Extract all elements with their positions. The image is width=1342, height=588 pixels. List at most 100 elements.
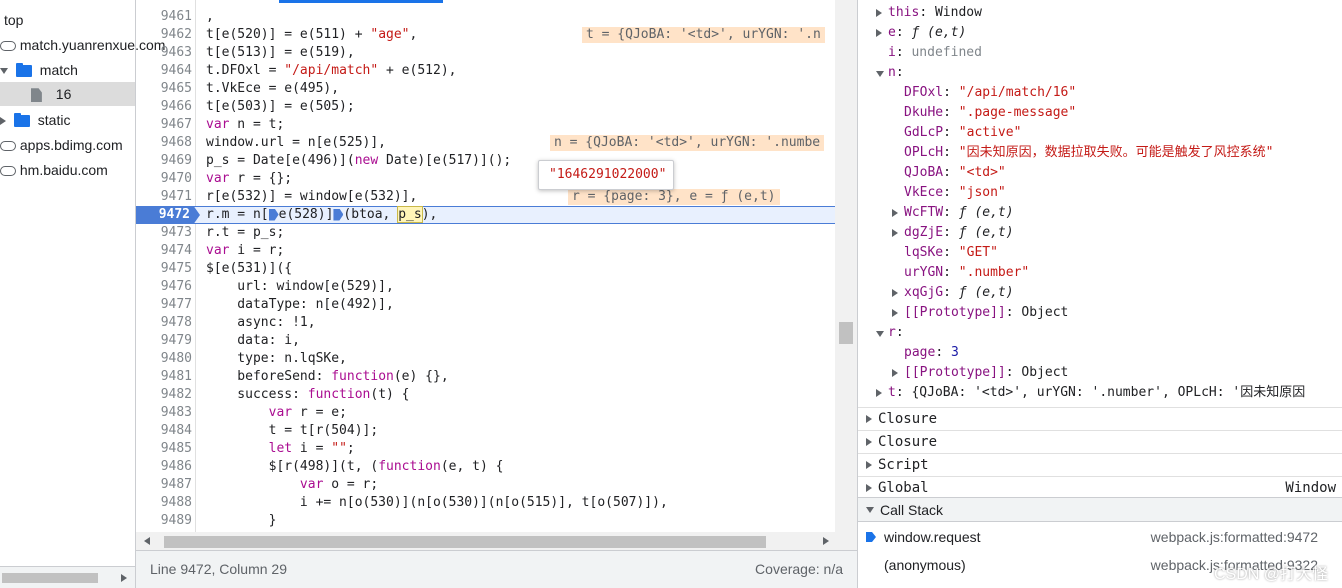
line-number[interactable]: 9487 bbox=[136, 476, 192, 494]
chevron-right-icon[interactable] bbox=[876, 9, 882, 17]
tree-item-folder-match[interactable]: match bbox=[0, 58, 78, 82]
chevron-right-icon[interactable] bbox=[866, 438, 872, 446]
code-line[interactable]: t.VkEce = e(495), bbox=[206, 80, 339, 98]
code-line[interactable]: p_s = Date[e(496)](new Date)[e(517)](); bbox=[206, 152, 511, 170]
code-line[interactable]: t = t[r(504)]; bbox=[206, 422, 379, 440]
scope-variable[interactable]: e: ƒ (e,t) bbox=[858, 23, 1342, 43]
code-line[interactable]: r[e(532)] = window[e(532)], bbox=[206, 188, 417, 206]
line-number[interactable]: 9479 bbox=[136, 332, 192, 350]
code-line[interactable]: t.DFOxl = "/api/match" + e(512), bbox=[206, 62, 456, 80]
code-line[interactable]: var n = t; bbox=[206, 116, 284, 134]
breakpoint-marker[interactable]: 9472 bbox=[136, 206, 200, 224]
code-line[interactable]: var r = e; bbox=[206, 404, 347, 422]
editor-horizontal-scrollbar[interactable] bbox=[136, 532, 857, 550]
chevron-right-icon[interactable] bbox=[892, 289, 898, 297]
tree-item-top[interactable]: top bbox=[4, 8, 23, 32]
scope-variable[interactable]: this: Window bbox=[858, 3, 1342, 23]
scope-section-closure[interactable]: Closure bbox=[858, 430, 1342, 453]
chevron-right-icon[interactable] bbox=[892, 309, 898, 317]
line-number[interactable]: 9461 bbox=[136, 8, 192, 26]
line-number[interactable]: 9481 bbox=[136, 368, 192, 386]
call-stack-frame-active[interactable]: window.request webpack.js:formatted:9472 bbox=[858, 523, 1342, 551]
line-number[interactable]: 9464 bbox=[136, 62, 192, 80]
tree-item-file-16[interactable]: 16 bbox=[0, 82, 135, 106]
line-number[interactable]: 9489 bbox=[136, 512, 192, 530]
scrollbar-thumb[interactable] bbox=[2, 573, 98, 583]
code-line[interactable]: $[r(498)](t, (function(e, t) { bbox=[206, 458, 504, 476]
chevron-down-icon[interactable] bbox=[876, 331, 884, 337]
scope-variable[interactable]: WcFTW: ƒ (e,t) bbox=[858, 203, 1342, 223]
scope-variable[interactable]: t: {QJoBA: '<td>', urYGN: '.number', OPL… bbox=[858, 383, 1342, 403]
line-number[interactable]: 9467 bbox=[136, 116, 192, 134]
call-stack-header[interactable]: Call Stack bbox=[858, 497, 1342, 522]
line-number[interactable]: 9463 bbox=[136, 44, 192, 62]
editor-vertical-scrollbar[interactable] bbox=[835, 0, 857, 532]
tree-item-domain[interactable]: apps.bdimg.com bbox=[0, 133, 123, 157]
chevron-down-icon[interactable] bbox=[866, 507, 874, 513]
code-line[interactable]: , bbox=[206, 8, 214, 26]
line-number[interactable]: 9475 bbox=[136, 260, 192, 278]
line-number[interactable]: 9480 bbox=[136, 350, 192, 368]
chevron-right-icon[interactable] bbox=[876, 29, 882, 37]
scope-section-script[interactable]: Script bbox=[858, 453, 1342, 476]
code-line[interactable]: data: i, bbox=[206, 332, 300, 350]
scope-section-global[interactable]: Global Window bbox=[858, 476, 1342, 499]
code-line[interactable]: t[e(513)] = e(519), bbox=[206, 44, 355, 62]
scope-variable[interactable]: dgZjE: ƒ (e,t) bbox=[858, 223, 1342, 243]
line-number[interactable]: 9474 bbox=[136, 242, 192, 260]
code-line[interactable]: var i = r; bbox=[206, 242, 284, 260]
tree-item-folder-static[interactable]: static bbox=[0, 108, 70, 132]
code-line[interactable]: i += n[o(530)](n[o(530)](n[o(515)], t[o(… bbox=[206, 494, 668, 512]
scroll-right-icon[interactable] bbox=[823, 537, 829, 545]
chevron-right-icon[interactable] bbox=[0, 117, 6, 126]
code-line[interactable]: let i = ""; bbox=[206, 440, 355, 458]
chevron-right-icon[interactable] bbox=[892, 229, 898, 237]
code-line[interactable]: t[e(503)] = e(505); bbox=[206, 98, 355, 116]
line-number[interactable]: 9485 bbox=[136, 440, 192, 458]
line-number[interactable]: 9469 bbox=[136, 152, 192, 170]
chevron-right-icon[interactable] bbox=[892, 209, 898, 217]
code-line[interactable]: async: !1, bbox=[206, 314, 315, 332]
line-number[interactable]: 9478 bbox=[136, 314, 192, 332]
coverage-status[interactable]: Coverage: n/a bbox=[755, 551, 843, 587]
scroll-left-icon[interactable] bbox=[144, 537, 150, 545]
line-number[interactable]: 9484 bbox=[136, 422, 192, 440]
scope-variable[interactable]: r: bbox=[858, 323, 1342, 343]
scope-variable[interactable]: xqGjG: ƒ (e,t) bbox=[858, 283, 1342, 303]
frame-location[interactable]: webpack.js:formatted:9472 bbox=[1151, 523, 1318, 551]
line-number[interactable]: 9483 bbox=[136, 404, 192, 422]
code-line[interactable]: type: n.lqSKe, bbox=[206, 350, 347, 368]
code-line[interactable]: var o = r; bbox=[206, 476, 378, 494]
line-number[interactable]: 9470 bbox=[136, 170, 192, 188]
scope-section-closure[interactable]: Closure bbox=[858, 407, 1342, 430]
line-number[interactable]: 9486 bbox=[136, 458, 192, 476]
chevron-right-icon[interactable] bbox=[866, 415, 872, 423]
line-number[interactable]: 9471 bbox=[136, 188, 192, 206]
line-number[interactable]: 9466 bbox=[136, 98, 192, 116]
scrollbar-thumb[interactable] bbox=[164, 536, 766, 548]
scope-variable[interactable]: n: bbox=[858, 63, 1342, 83]
line-number[interactable]: 9465 bbox=[136, 80, 192, 98]
tree-item-domain[interactable]: hm.baidu.com bbox=[0, 158, 108, 182]
code-line[interactable]: url: window[e(529)], bbox=[206, 278, 394, 296]
navigator-scrollbar[interactable] bbox=[0, 566, 135, 588]
code-line[interactable]: window.url = n[e(525)], bbox=[206, 134, 386, 152]
code-line[interactable]: r.m = n[e(528)] (btoa, p_s), bbox=[206, 206, 437, 224]
scrollbar-thumb[interactable] bbox=[839, 322, 853, 344]
code-line[interactable]: beforeSend: function(e) {}, bbox=[206, 368, 448, 386]
line-number[interactable]: 9488 bbox=[136, 494, 192, 512]
chevron-down-icon[interactable] bbox=[876, 71, 884, 77]
line-number[interactable]: 9473 bbox=[136, 224, 192, 242]
code-line[interactable]: $[e(531)]({ bbox=[206, 260, 292, 278]
line-number[interactable]: 9477 bbox=[136, 296, 192, 314]
code-line[interactable]: success: function(t) { bbox=[206, 386, 409, 404]
scope-variable[interactable]: [[Prototype]]: Object bbox=[858, 363, 1342, 383]
scope-variable[interactable]: [[Prototype]]: Object bbox=[858, 303, 1342, 323]
line-number[interactable]: 9482 bbox=[136, 386, 192, 404]
chevron-right-icon[interactable] bbox=[866, 461, 872, 469]
code-line[interactable]: var r = {}; bbox=[206, 170, 292, 188]
code-line[interactable]: r.t = p_s; bbox=[206, 224, 284, 242]
line-number[interactable]: 9468 bbox=[136, 134, 192, 152]
chevron-right-icon[interactable] bbox=[876, 389, 882, 397]
chevron-right-icon[interactable] bbox=[892, 369, 898, 377]
